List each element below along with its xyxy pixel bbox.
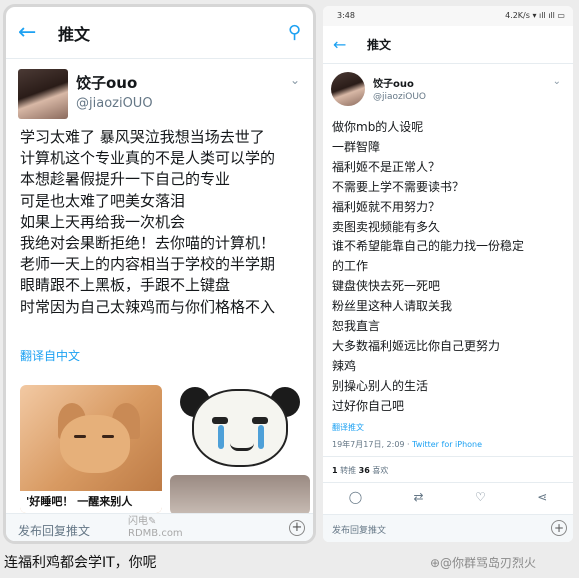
tweet-text: 学习太难了 暴风哭泣我想当场去世了 计算机这个专业真的不是人类可以学的 本想趁暑…: [20, 127, 310, 318]
left-tweet-screen: ← 推文 ⚲ 饺子ouo @jiaoziOUO ⌄ 学习太难了 暴风哭泣我想当场…: [3, 4, 316, 544]
weibo-watermark: ⊕@你群骂岛刃烈火: [430, 556, 537, 570]
tweet-image-cat[interactable]: [170, 475, 310, 515]
like-icon[interactable]: ♡: [475, 490, 486, 508]
panda-tear: [218, 425, 224, 449]
tweet-line: 的工作: [332, 259, 369, 274]
reply-icon[interactable]: ◯: [349, 490, 362, 508]
retweet-icon[interactable]: ⇄: [414, 490, 424, 508]
author-name: 饺子ouo: [373, 79, 414, 90]
author-name: 饺子ouo: [76, 74, 138, 92]
right-header: ← 推文: [323, 26, 573, 64]
divider: [323, 482, 573, 483]
tweet-actions: ◯ ⇄ ♡ ⋖: [323, 490, 573, 508]
tweet-line: 做你mb的人设呢: [332, 120, 424, 134]
tweet-line: 谁不希望能靠自己的能力找一份稳定: [332, 239, 525, 254]
avatar[interactable]: [18, 69, 68, 119]
tweet-line: 键盘侠快去死一死吧: [332, 279, 441, 294]
tweet-timestamp: 19年7月17日, 2:09 ·: [332, 440, 413, 449]
tweet-line: 恕我直言: [332, 319, 381, 334]
reply-input[interactable]: 发布回复推文: [332, 523, 386, 536]
meme-caption: '好睡吧！ 一醒来别人: [20, 491, 162, 513]
tweet-line: 福利姬不是正常人？: [332, 159, 441, 174]
like-count: 36: [358, 466, 370, 475]
panda-mouth: [230, 443, 254, 451]
dog-eye: [74, 435, 86, 438]
tweet-line: 不需要上学不需要读书？: [332, 179, 465, 194]
tweet-line: 学习太难了 暴风哭泣我想当场去世了: [20, 128, 265, 146]
translate-link[interactable]: 翻译推文: [332, 422, 364, 433]
back-arrow-icon[interactable]: ←: [18, 20, 58, 45]
tweet-line: 眼睛跟不上黑板，手跟不上键盘: [20, 276, 231, 295]
author-handle: @jiaoziOUO: [373, 92, 427, 102]
divider: [323, 456, 573, 457]
panda-eye: [252, 417, 268, 424]
panda-face: [192, 389, 288, 467]
tweet-line: 粉丝里这种人请取关我: [332, 299, 453, 314]
tweet-text: 做你mb的人设呢 一群智障 福利姬不是正常人？ 不需要上学不需要读书？ 福利姬就…: [332, 118, 568, 417]
tweet-line: 我绝对会果断拒绝！去你喵的计算机！: [20, 234, 276, 253]
status-bar: 3:48 4.2K/s ▾ ıll ıll ▭: [323, 6, 573, 26]
like-label[interactable]: 喜欢: [370, 466, 388, 475]
tweet-line: 过好你自己吧: [332, 398, 405, 413]
status-time: 3:48: [337, 11, 355, 20]
panda-tear: [258, 425, 264, 449]
share-icon[interactable]: ⋖: [537, 490, 547, 508]
status-icons: 4.2K/s ▾ ıll ıll ▭: [505, 11, 565, 20]
tweet-image-panda[interactable]: [170, 385, 310, 471]
dog-eye: [102, 435, 114, 438]
tweet-line: 计算机这个专业真的不是人类可以学的: [20, 149, 276, 168]
left-header: ← 推文 ⚲: [6, 7, 313, 59]
watermark-line: 闪电✎: [128, 516, 157, 527]
right-tweet-screen: 3:48 4.2K/s ▾ ıll ıll ▭ ← 推文 饺子ouo @jiao…: [323, 6, 573, 542]
chevron-down-icon[interactable]: ⌄: [290, 73, 300, 87]
tweet-image-dog[interactable]: '好睡吧！ 一醒来别人: [20, 385, 162, 513]
author-handle: @jiaoziOUO: [76, 96, 153, 111]
page-title: 推文: [58, 24, 91, 44]
chevron-down-icon[interactable]: ⌄: [553, 76, 561, 87]
tweet-line: 辣鸡: [332, 358, 357, 373]
back-arrow-icon[interactable]: ←: [333, 35, 367, 54]
search-icon[interactable]: ⚲: [279, 22, 301, 43]
tweet-line: 大多数福利姬远比你自己更努力: [332, 338, 501, 353]
tweet-line: 卖图卖视频能有多久: [332, 219, 441, 234]
tweet-source-link[interactable]: Twitter for iPhone: [412, 440, 482, 449]
tweet-line: 老师一天上的内容相当于学校的半学期: [20, 255, 276, 274]
tweet-line: 福利姬就不用努力？: [332, 199, 441, 214]
panda-eye: [212, 417, 228, 424]
avatar[interactable]: [331, 72, 365, 106]
tweet-author[interactable]: 饺子ouo @jiaoziOUO ⌄: [18, 69, 308, 121]
tweet-line: 时常因为自己太辣鸡而与你们格格不入: [20, 297, 276, 316]
tweet-line: 如果上天再给我一次机会: [20, 212, 186, 231]
tweet-line: 本想趁暑假提升一下自己的专业: [20, 170, 231, 189]
screenshot-collage: ← 推文 ⚲ 饺子ouo @jiaoziOUO ⌄ 学习太难了 暴风哭泣我想当场…: [0, 0, 579, 578]
page-title: 推文: [367, 38, 392, 52]
collage-caption: 连福利鸡都会学IT，你呢: [4, 555, 157, 571]
add-icon[interactable]: +: [289, 520, 305, 536]
tweet-meta: 19年7月17日, 2:09 · Twitter for iPhone: [332, 439, 482, 450]
tweet-author[interactable]: 饺子ouo @jiaoziOUO ⌄: [331, 72, 567, 112]
reply-input[interactable]: 发布回复推文: [18, 522, 90, 539]
tweet-stats: 1 转推 36 喜欢: [332, 465, 388, 476]
reply-bar[interactable]: 发布回复推文 +: [323, 514, 573, 542]
translate-link[interactable]: 翻译自中文: [20, 347, 80, 364]
retweet-label[interactable]: 转推: [338, 466, 359, 475]
dog-face: [60, 415, 130, 473]
tweet-line: 可是也太难了吧美女落泪: [20, 191, 186, 210]
tweet-line: 别操心别人的生活: [332, 378, 429, 393]
watermark: 闪电✎ RDMB.com: [128, 516, 183, 540]
watermark-line: RDMB.com: [128, 528, 183, 539]
tweet-line: 一群智障: [332, 139, 381, 154]
add-icon[interactable]: +: [551, 520, 567, 536]
